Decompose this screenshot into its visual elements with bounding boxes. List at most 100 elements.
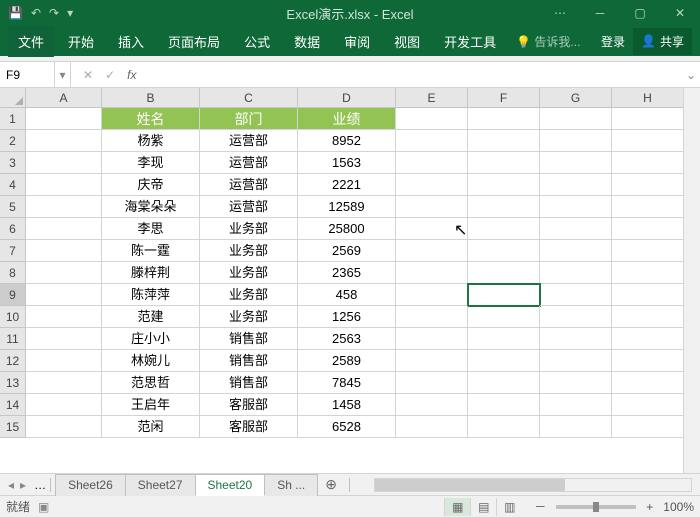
row-header[interactable]: 3 [0, 152, 26, 174]
cell[interactable] [396, 284, 468, 306]
row-header[interactable]: 9 [0, 284, 26, 306]
name-box[interactable]: F9 [0, 62, 55, 87]
cell[interactable]: 运营部 [200, 152, 298, 174]
cell[interactable]: 陈一霆 [102, 240, 200, 262]
login-link[interactable]: 登录 [601, 33, 625, 50]
cell[interactable] [540, 152, 612, 174]
cell[interactable] [396, 240, 468, 262]
cell[interactable] [26, 152, 102, 174]
cell[interactable] [396, 174, 468, 196]
sheet-nav-prev-icon[interactable]: ◂ [8, 478, 14, 492]
cell[interactable] [540, 328, 612, 350]
cell[interactable] [540, 196, 612, 218]
row-header[interactable]: 11 [0, 328, 26, 350]
col-header-b[interactable]: B [102, 88, 200, 107]
name-box-dropdown-icon[interactable]: ▾ [55, 62, 71, 87]
cell[interactable]: 林婉儿 [102, 350, 200, 372]
qat-dropdown-icon[interactable]: ▾ [67, 6, 73, 20]
cell[interactable] [26, 108, 102, 130]
row-header[interactable]: 5 [0, 196, 26, 218]
cell[interactable] [468, 350, 540, 372]
cell[interactable]: 销售部 [200, 328, 298, 350]
cell[interactable] [612, 240, 684, 262]
cell[interactable]: 庄小小 [102, 328, 200, 350]
view-page-layout-icon[interactable]: ▤ [470, 498, 496, 516]
tab-review[interactable]: 审阅 [334, 26, 380, 57]
undo-icon[interactable]: ↶ [31, 6, 41, 20]
cell[interactable] [468, 174, 540, 196]
maximize-button[interactable]: ▢ [620, 0, 660, 26]
cell[interactable]: 客服部 [200, 416, 298, 438]
cell[interactable] [540, 108, 612, 130]
ribbon-options-icon[interactable]: ⋯ [540, 0, 580, 26]
cell[interactable] [26, 306, 102, 328]
cell[interactable]: 杨紫 [102, 130, 200, 152]
cell[interactable] [26, 174, 102, 196]
row-header[interactable]: 13 [0, 372, 26, 394]
cell[interactable]: 2569 [298, 240, 396, 262]
col-header-c[interactable]: C [200, 88, 298, 107]
row-header[interactable]: 2 [0, 130, 26, 152]
cell[interactable] [612, 306, 684, 328]
tab-formulas[interactable]: 公式 [234, 26, 280, 57]
cell[interactable] [396, 394, 468, 416]
cell[interactable]: 范思哲 [102, 372, 200, 394]
cell[interactable] [612, 394, 684, 416]
cell[interactable] [396, 416, 468, 438]
cell[interactable] [396, 130, 468, 152]
cell[interactable] [540, 416, 612, 438]
cell[interactable] [26, 416, 102, 438]
cell[interactable]: 滕梓荆 [102, 262, 200, 284]
zoom-in-button[interactable]: + [642, 500, 657, 514]
cell[interactable]: 海棠朵朵 [102, 196, 200, 218]
cell[interactable] [26, 372, 102, 394]
cell[interactable]: 2365 [298, 262, 396, 284]
close-button[interactable]: ✕ [660, 0, 700, 26]
cell[interactable]: 业务部 [200, 306, 298, 328]
cell[interactable]: 业务部 [200, 240, 298, 262]
add-sheet-button[interactable]: ⊕ [317, 476, 345, 493]
cell[interactable] [612, 372, 684, 394]
zoom-out-button[interactable]: － [530, 498, 550, 515]
row-header[interactable]: 10 [0, 306, 26, 328]
cell[interactable] [612, 174, 684, 196]
sheet-tab[interactable]: Sh ... [264, 474, 318, 496]
cell[interactable] [468, 218, 540, 240]
cell[interactable] [540, 394, 612, 416]
cell[interactable] [468, 152, 540, 174]
cell[interactable] [26, 130, 102, 152]
redo-icon[interactable]: ↷ [49, 6, 59, 20]
cell[interactable] [612, 284, 684, 306]
row-header[interactable]: 8 [0, 262, 26, 284]
view-normal-icon[interactable]: ▦ [444, 498, 470, 516]
cell[interactable] [612, 130, 684, 152]
cell[interactable] [468, 416, 540, 438]
tab-file[interactable]: 文件 [8, 26, 54, 57]
cell[interactable] [396, 372, 468, 394]
zoom-slider[interactable] [556, 505, 636, 509]
cell[interactable] [26, 394, 102, 416]
cell[interactable] [26, 262, 102, 284]
cell[interactable] [468, 394, 540, 416]
cell[interactable]: 姓名 [102, 108, 200, 130]
cell[interactable] [468, 262, 540, 284]
cell[interactable]: 1256 [298, 306, 396, 328]
cell[interactable] [26, 218, 102, 240]
tab-view[interactable]: 视图 [384, 26, 430, 57]
cell[interactable]: 1563 [298, 152, 396, 174]
sheet-nav-next-icon[interactable]: ▸ [20, 478, 26, 492]
cell[interactable]: 25800 [298, 218, 396, 240]
cell[interactable] [396, 306, 468, 328]
sheet-tab[interactable]: Sheet26 [55, 474, 126, 496]
col-header-f[interactable]: F [468, 88, 540, 107]
cell[interactable] [612, 328, 684, 350]
tab-developer[interactable]: 开发工具 [434, 26, 506, 57]
cell[interactable]: 业务部 [200, 284, 298, 306]
cell[interactable]: 销售部 [200, 372, 298, 394]
save-icon[interactable]: 💾 [8, 6, 23, 20]
cell[interactable]: 业绩 [298, 108, 396, 130]
cell[interactable] [26, 240, 102, 262]
cell[interactable] [468, 328, 540, 350]
row-header[interactable]: 4 [0, 174, 26, 196]
cell[interactable] [468, 108, 540, 130]
